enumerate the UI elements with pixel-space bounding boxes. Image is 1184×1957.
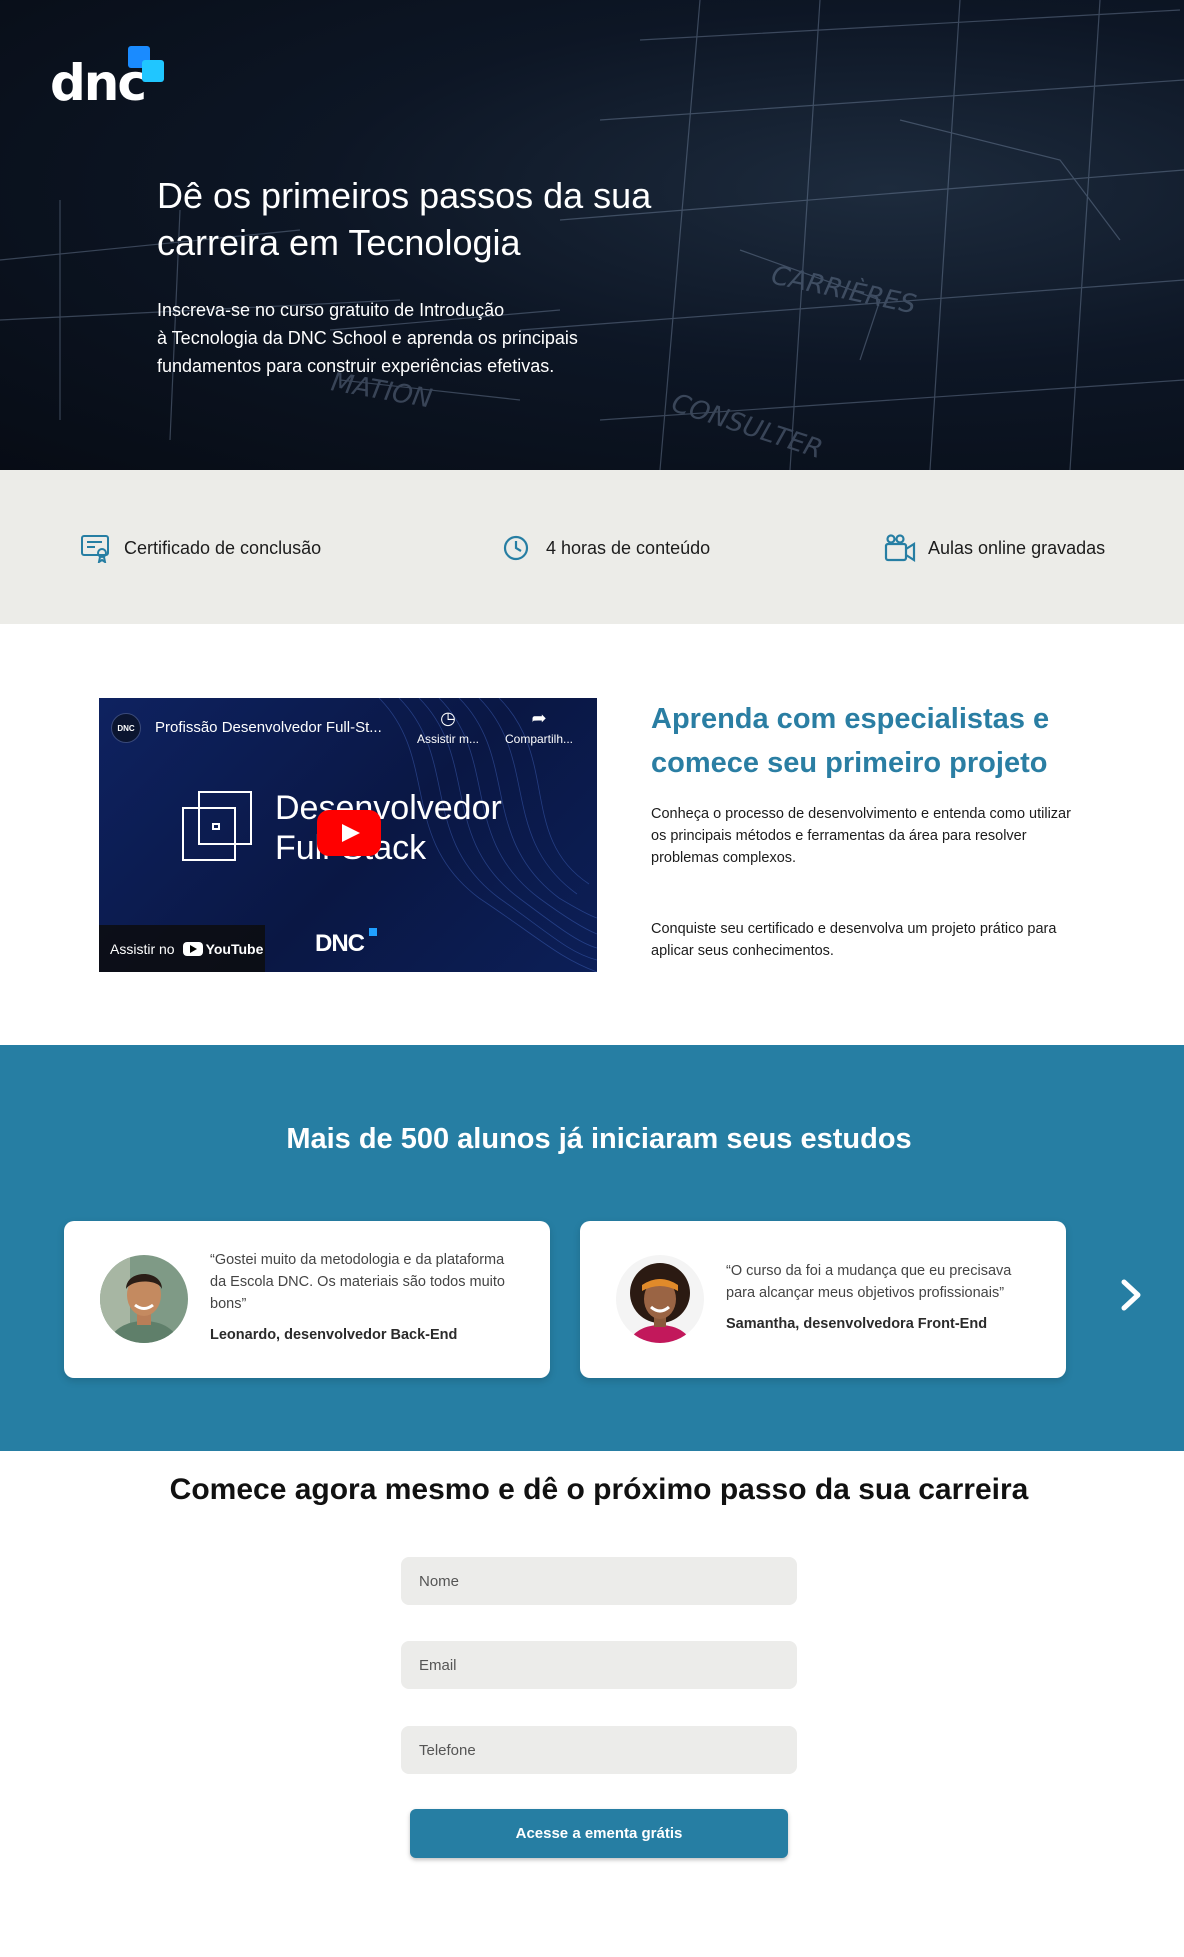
share-label: Compartilh... (504, 732, 574, 746)
testimonial-quote: “Gostei muito da metodologia e da plataf… (210, 1252, 505, 1312)
hero-section: CARRIÈRES CONSULTER MATION dnc Dê os pri… (0, 0, 1184, 470)
video-brand-square (369, 928, 377, 936)
learn-line: os principais métodos e ferramentas da á… (651, 828, 1027, 866)
learn-line: Conheça o processo de desenvolvimento e … (651, 806, 1071, 822)
cta-title: Comece agora mesmo e dê o próximo passo … (169, 1473, 1029, 1506)
feature-label: Certificado de conclusão (124, 537, 322, 558)
play-button[interactable] (317, 810, 381, 856)
dnc-logo[interactable]: dnc (50, 46, 170, 108)
code-window-icon (182, 791, 252, 861)
svg-text:CARRIÈRES: CARRIÈRES (769, 259, 920, 321)
share-button[interactable]: ➦ Compartilh... (499, 708, 579, 746)
watch-later-button[interactable]: ◷ Assistir m... (408, 708, 488, 746)
hero-subtitle-line: fundamentos para construir experiências … (157, 356, 555, 376)
video-camera-icon (884, 534, 916, 562)
testimonial-card: “Gostei muito da metodologia e da plataf… (64, 1221, 550, 1378)
testimonials-title: Mais de 500 alunos já iniciaram seus est… (286, 1123, 912, 1155)
feature-recorded-classes: Aulas online gravadas (884, 533, 1105, 563)
name-field[interactable] (401, 1557, 797, 1605)
clock-icon: ◷ (440, 708, 456, 728)
video-brand-logo: DNC (315, 930, 365, 957)
youtube-wordmark: YouTube (205, 940, 264, 957)
testimonial-quote: “O curso da foi a mudança que eu precisa… (726, 1263, 1012, 1301)
watch-on-label: Assistir no (110, 940, 175, 957)
channel-avatar[interactable]: DNC (111, 713, 141, 743)
phone-field[interactable] (401, 1726, 797, 1774)
next-arrow-icon[interactable] (1110, 1270, 1154, 1320)
hero-subtitle: Inscreva-se no curso gratuito de Introdu… (157, 296, 677, 380)
feature-label: 4 horas de conteúdo (546, 537, 711, 558)
watch-later-label: Assistir m... (417, 732, 479, 746)
thumbnail-line: Desenvolvedor (275, 789, 502, 827)
clock-icon (503, 535, 529, 561)
learn-paragraph-1: Conheça o processo de desenvolvimento e … (651, 803, 1081, 869)
feature-duration: 4 horas de conteúdo (502, 533, 710, 563)
feature-label: Aulas online gravadas (928, 537, 1106, 558)
access-syllabus-button[interactable]: Acesse a ementa grátis (410, 1809, 788, 1858)
email-field[interactable] (401, 1641, 797, 1689)
avatar-samantha (616, 1255, 704, 1343)
hero-subtitle-line: à Tecnologia da DNC School e aprenda os … (157, 328, 578, 348)
avatar-leonardo (100, 1255, 188, 1343)
share-icon: ➦ (531, 708, 547, 728)
video-thumbnail-title: Desenvolvedor Full-Stack (275, 788, 502, 868)
testimonial-author: Samantha, desenvolvedora Front-End (726, 1316, 988, 1332)
features-bar: Certificado de conclusão 4 horas de cont… (0, 470, 1184, 624)
certificate-icon (81, 535, 109, 563)
avatar (616, 1255, 704, 1343)
learn-paragraph-2: Conquiste seu certificado e desenvolva u… (651, 921, 1057, 959)
watch-on-youtube-button[interactable]: Assistir no YouTube (99, 925, 265, 972)
svg-text:CONSULTER: CONSULTER (668, 388, 826, 465)
avatar (100, 1255, 188, 1343)
testimonial-card: “O curso da foi a mudança que eu precisa… (580, 1221, 1066, 1378)
testimonial-author: Leonardo, desenvolvedor Back-End (210, 1327, 458, 1343)
logo-square-cyan (142, 60, 164, 82)
youtube-icon (182, 941, 203, 956)
learn-title: Aprenda com especialistas e comece seu p… (651, 703, 1050, 779)
hero-subtitle-line: Inscreva-se no curso gratuito de Introdu… (157, 300, 505, 320)
hero-title: Dê os primeiros passos da sua carreira e… (157, 175, 652, 263)
youtube-logo: YouTube (182, 940, 264, 957)
testimonials-section: Mais de 500 alunos já iniciaram seus est… (0, 1045, 1184, 1451)
youtube-video-embed[interactable]: DNC Profissão Desenvolvedor Full-St... ◷… (99, 698, 597, 972)
feature-certificate: Certificado de conclusão (80, 533, 321, 563)
video-title[interactable]: Profissão Desenvolvedor Full-St... (155, 719, 382, 736)
